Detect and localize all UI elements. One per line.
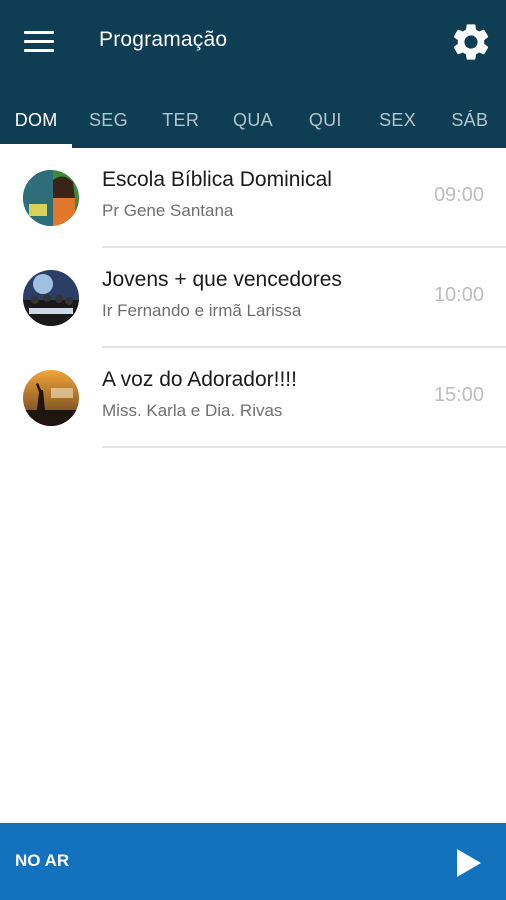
- schedule-item[interactable]: Jovens + que vencedores Ir Fernando e ir…: [0, 248, 506, 348]
- tab-qua[interactable]: QUA: [217, 92, 289, 148]
- schedule-list: Escola Bíblica Dominical Pr Gene Santana…: [0, 148, 506, 448]
- program-time: 15:00: [433, 384, 484, 406]
- schedule-item[interactable]: A voz do Adorador!!!! Miss. Karla e Dia.…: [0, 348, 506, 448]
- program-host: Pr Gene Santana: [102, 201, 234, 220]
- tab-sab[interactable]: SÁB: [434, 92, 506, 148]
- app-bar: Programação DOM SEG TER QUA QUI SEX SÁB: [0, 0, 506, 148]
- program-thumbnail-icon: [23, 370, 79, 426]
- gear-icon[interactable]: [449, 20, 493, 64]
- on-air-label: NO AR: [15, 851, 70, 870]
- player-bar[interactable]: NO AR: [0, 823, 506, 900]
- tab-sex[interactable]: SEX: [361, 92, 433, 148]
- program-title: Jovens + que vencedores: [102, 268, 342, 291]
- tab-dom[interactable]: DOM: [0, 92, 73, 148]
- tab-ter[interactable]: TER: [145, 92, 217, 148]
- program-host: Miss. Karla e Dia. Rivas: [102, 401, 283, 420]
- divider: [102, 446, 506, 448]
- program-title: A voz do Adorador!!!!: [102, 368, 297, 391]
- day-tabs: DOM SEG TER QUA QUI SEX SÁB: [0, 92, 506, 148]
- program-time: 09:00: [433, 184, 484, 206]
- program-time: 10:00: [433, 284, 484, 306]
- play-icon[interactable]: [448, 843, 488, 883]
- program-host: Ir Fernando e irmã Larissa: [102, 301, 302, 320]
- tab-qui[interactable]: QUI: [289, 92, 361, 148]
- program-thumbnail-icon: [23, 270, 79, 326]
- program-title: Escola Bíblica Dominical: [102, 168, 332, 191]
- tab-seg[interactable]: SEG: [72, 92, 144, 148]
- menu-icon[interactable]: [18, 24, 62, 58]
- schedule-item[interactable]: Escola Bíblica Dominical Pr Gene Santana…: [0, 148, 506, 248]
- program-thumbnail-icon: [23, 170, 79, 226]
- page-title: Programação: [99, 28, 228, 51]
